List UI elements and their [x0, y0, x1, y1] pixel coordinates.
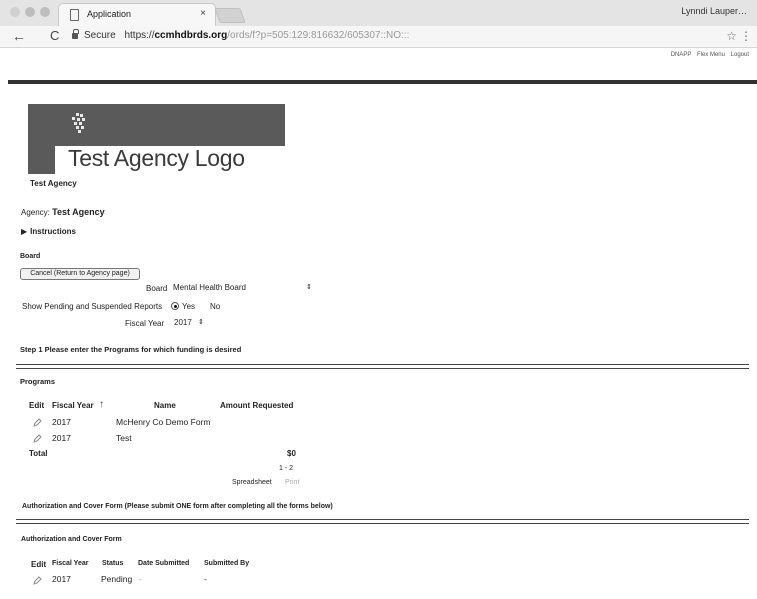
print-link[interactable]: Print [285, 479, 299, 486]
board-select[interactable]: Mental Health Board ⇕ [170, 282, 315, 294]
auth-row-submitted-by: - [204, 574, 207, 584]
pagination-label: 1 - 2 [279, 465, 294, 472]
no-label: No [210, 302, 221, 311]
authorization-heading: Authorization and Cover Form (Please sub… [22, 503, 333, 510]
profile-name[interactable]: Lynndi Lauper… [681, 6, 747, 16]
select-arrow-icon: ⇕ [198, 319, 204, 326]
spreadsheet-link[interactable]: Spreadsheet [232, 479, 272, 486]
agency-name: Test Agency [30, 179, 77, 188]
document-icon [70, 9, 79, 21]
instructions-toggle[interactable]: ▶ Instructions [21, 227, 76, 236]
yes-radio[interactable] [171, 302, 179, 310]
url-scheme: https:// [124, 30, 155, 41]
auth-row-date-submitted: - [139, 574, 142, 584]
col-fiscal-year[interactable]: Fiscal Year [52, 401, 94, 410]
new-tab-button[interactable] [214, 8, 246, 23]
agency-field: Agency: Test Agency [21, 207, 105, 217]
board-label: Board [146, 284, 168, 293]
edit-pencil-icon[interactable] [33, 434, 42, 443]
triangle-right-icon: ▶ [21, 227, 28, 236]
tab-close-icon[interactable]: × [200, 8, 206, 19]
address-bar-row: ← C Secure https://ccmhdbrds.org/ords/f?… [0, 26, 757, 48]
header-divider [8, 80, 757, 84]
sort-icon[interactable]: ↑ [99, 399, 104, 410]
row-name-link[interactable]: McHenry Co Demo Form [116, 417, 210, 427]
logo-square [28, 146, 55, 174]
agency-label: Agency: [21, 208, 50, 217]
total-value: $0 [287, 449, 296, 458]
fiscal-year-select[interactable]: 2017 ⇕ [171, 317, 207, 329]
fiscal-year-label: Fiscal Year [125, 319, 165, 328]
tab-title: Application [87, 9, 132, 19]
logo-text: Test Agency Logo [68, 145, 245, 171]
cube-stack-icon [72, 113, 85, 133]
yes-label: Yes [182, 302, 196, 311]
edit-pencil-icon[interactable] [33, 418, 42, 427]
col-edit: Edit [31, 560, 47, 569]
board-select-value: Mental Health Board [173, 283, 246, 292]
board-heading: Board [20, 253, 41, 260]
browser-menu-icon[interactable]: ⋮ [740, 29, 752, 43]
logo-band [28, 104, 285, 146]
auth-row-status: Pending [101, 574, 133, 584]
section-divider [16, 523, 749, 524]
select-arrow-icon: ⇕ [306, 284, 312, 291]
window-minimize-dot[interactable] [25, 7, 35, 17]
col-date-submitted[interactable]: Date Submitted [138, 560, 189, 567]
authorization-subheading: Authorization and Cover Form [21, 536, 122, 543]
pending-label: Show Pending and Suspended Reports [22, 302, 163, 311]
row-fiscal-year: 2017 [52, 433, 71, 443]
header-link[interactable]: Logout [731, 52, 749, 58]
back-arrow-icon[interactable]: ← [12, 28, 26, 44]
col-status[interactable]: Status [102, 560, 123, 567]
header-link[interactable]: DNAPP [671, 52, 692, 58]
row-name-link[interactable]: Test [116, 433, 132, 443]
header-link[interactable]: Flex Menu [697, 52, 725, 58]
window-zoom-dot[interactable] [40, 7, 50, 17]
url-path: /ords/f?p=505:129:816632/605307::NO::: [227, 30, 410, 41]
header-links: DNAPP Flex Menu Logout [667, 52, 749, 58]
col-fiscal-year[interactable]: Fiscal Year [52, 560, 88, 567]
section-divider [16, 368, 749, 369]
fiscal-year-value: 2017 [174, 318, 192, 327]
col-amount-requested[interactable]: Amount Requested [220, 401, 293, 410]
cancel-return-button[interactable]: Cancel (Return to Agency page) [20, 268, 140, 280]
section-divider [16, 364, 749, 365]
agency-logo: Test Agency Logo [28, 104, 285, 174]
agency-value: Test Agency [52, 207, 105, 217]
secure-label: Secure [84, 30, 116, 41]
browser-tab-bar: Application × Lynndi Lauper… [0, 0, 757, 26]
row-fiscal-year: 2017 [52, 417, 71, 427]
edit-pencil-icon[interactable] [33, 576, 42, 585]
total-label: Total [29, 449, 48, 458]
lock-icon [72, 29, 79, 39]
window-close-dot[interactable] [10, 7, 20, 17]
browser-tab[interactable]: Application × [58, 3, 216, 26]
col-name[interactable]: Name [154, 401, 176, 410]
col-edit: Edit [29, 401, 45, 410]
url-field[interactable]: Secure https://ccmhdbrds.org/ords/f?p=50… [84, 30, 409, 41]
programs-heading: Programs [20, 377, 56, 386]
section-divider [16, 519, 749, 520]
reload-icon[interactable]: C [50, 28, 59, 43]
url-host: ccmhdbrds.org [154, 30, 228, 41]
auth-row-fiscal-year: 2017 [52, 574, 71, 584]
bookmark-star-icon[interactable]: ☆ [726, 29, 737, 43]
col-submitted-by[interactable]: Submitted By [204, 560, 249, 567]
instructions-label: Instructions [30, 227, 76, 236]
step1-heading: Step 1 Please enter the Programs for whi… [20, 345, 242, 354]
